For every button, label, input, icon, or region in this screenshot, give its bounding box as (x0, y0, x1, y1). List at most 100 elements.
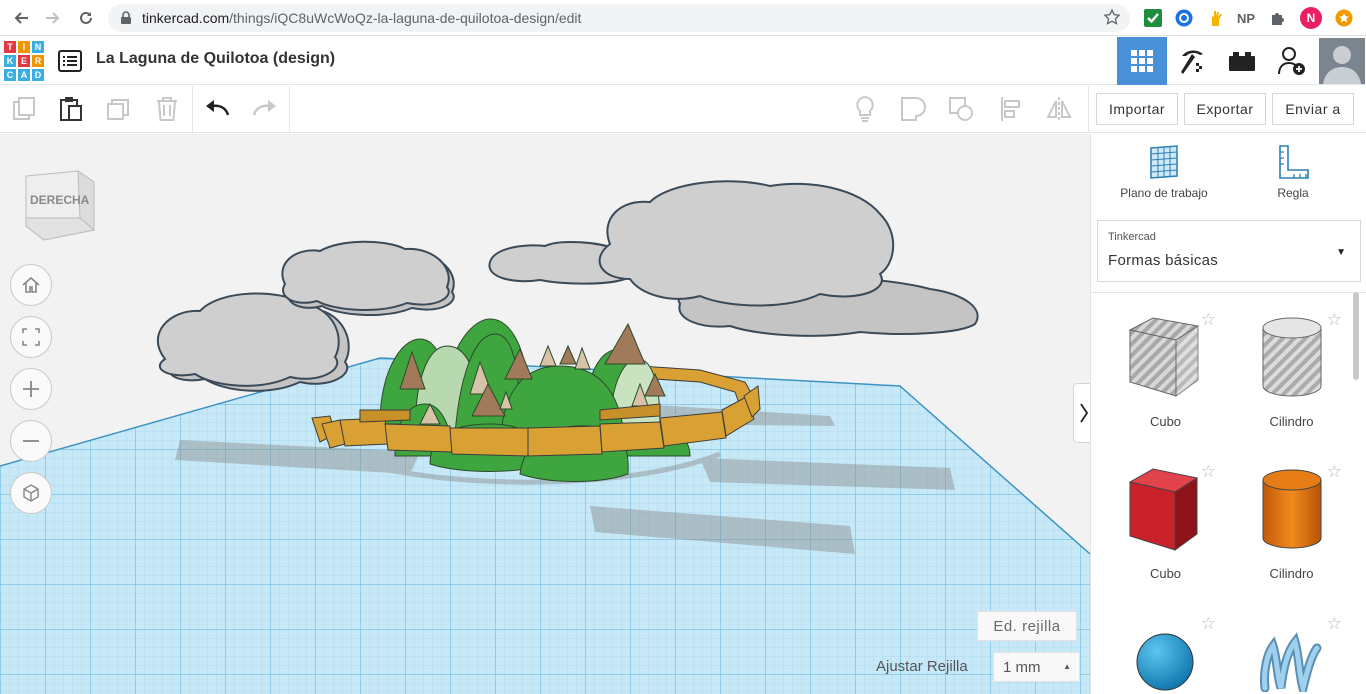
cube-icon (23, 484, 39, 502)
projection-button[interactable] (10, 472, 52, 514)
check-extension-icon[interactable] (1143, 8, 1163, 28)
shape-scribble[interactable]: ☆ (1229, 604, 1354, 694)
workplane-tool[interactable]: Plano de trabajo (1109, 144, 1219, 200)
fit-view-button[interactable] (10, 316, 52, 358)
design-list-icon[interactable] (58, 50, 82, 72)
paste-button[interactable] (56, 94, 86, 124)
copy-button[interactable] (10, 94, 40, 124)
ungroup-icon (949, 97, 973, 121)
box-hole-icon (1128, 317, 1200, 397)
grid-view-icon (1131, 50, 1153, 72)
plus-icon (23, 381, 39, 397)
shape-label: Cubo (1149, 566, 1182, 581)
browser-bar: tinkercad.com/things/iQC8uWcWoQz-la-lagu… (0, 0, 1366, 36)
pickaxe-icon (1181, 50, 1203, 74)
scribble-icon (1260, 632, 1322, 692)
user-avatar[interactable] (1317, 37, 1366, 85)
app-header: TIN KER CAD La Laguna de Quilotoa (desig… (0, 37, 1366, 85)
shape-label: Cilindro (1269, 566, 1314, 581)
add-user-button[interactable] (1267, 37, 1317, 85)
library-source: Tinkercad (1108, 231, 1156, 243)
mirror-button[interactable] (1044, 94, 1074, 124)
ungroup-button[interactable] (946, 94, 976, 124)
shape-cylinder[interactable]: ☆ Cilindro (1229, 452, 1354, 602)
profile-avatar[interactable]: N (1300, 7, 1322, 29)
tinkercad-logo[interactable]: TIN KER CAD (3, 40, 45, 82)
zoom-out-button[interactable] (10, 420, 52, 462)
import-button[interactable]: Importar (1096, 93, 1178, 125)
duplicate-button[interactable] (104, 94, 134, 124)
workplane-tool-label: Plano de trabajo (1120, 186, 1208, 200)
minus-icon (23, 440, 39, 442)
shape-cylinder-hole[interactable]: ☆ Cilindro (1229, 300, 1354, 450)
back-arrow-icon (14, 12, 28, 24)
undo-icon (206, 100, 230, 116)
align-button[interactable] (996, 94, 1026, 124)
favorite-star-icon[interactable]: ☆ (1327, 462, 1342, 482)
lightbulb-button[interactable] (850, 94, 880, 124)
bricks-button[interactable] (1217, 37, 1267, 85)
collapse-panel-button[interactable] (1073, 383, 1090, 443)
caret-up-icon: ▲ (1063, 662, 1071, 671)
ruler-tool[interactable]: Regla (1238, 144, 1348, 200)
reload-icon (80, 11, 92, 24)
shape-box[interactable]: ☆ Cubo (1103, 452, 1228, 602)
design-title[interactable]: La Laguna de Quilotoa (design) (96, 50, 335, 68)
panel-scrollbar[interactable] (1353, 292, 1359, 380)
delete-button[interactable] (152, 94, 182, 124)
group-icon (901, 97, 926, 121)
back-button[interactable] (5, 2, 37, 34)
cylinder-hole-icon (1262, 317, 1322, 397)
shape-library-dropdown[interactable]: Tinkercad Formas básicas ▼ (1097, 220, 1361, 282)
lock-icon (121, 11, 131, 24)
export-button[interactable]: Exportar (1184, 93, 1266, 125)
shape-label: Cilindro (1269, 414, 1314, 429)
caret-down-icon: ▼ (1336, 247, 1346, 258)
workplane-icon (1150, 145, 1178, 179)
np-extension-icon[interactable]: NP (1236, 8, 1256, 28)
workplane-viewport[interactable]: DERECHA Ed. rejilla Ajustar Rejilla 1 mm… (0, 134, 1090, 694)
paste-icon (60, 97, 82, 121)
add-user-icon (1278, 47, 1305, 75)
cylinder-icon (1262, 469, 1322, 549)
chevron-right-icon (1080, 403, 1089, 423)
lightbulb-icon (856, 95, 874, 122)
fit-icon (22, 328, 40, 346)
snap-grid-label: Ajustar Rejilla (876, 658, 968, 675)
shape-sphere[interactable]: ☆ (1103, 604, 1228, 694)
undo-button[interactable] (202, 94, 232, 124)
snap-grid-select[interactable]: 1 mm ▲ (993, 652, 1080, 682)
url-path: /things/iQC8uWcWoQz-la-laguna-de-quiloto… (229, 10, 582, 26)
edit-grid-button[interactable]: Ed. rejilla (977, 611, 1077, 641)
reload-button[interactable] (70, 2, 102, 34)
library-name: Formas básicas (1108, 252, 1219, 269)
sphere-icon (1136, 633, 1194, 691)
address-bar[interactable]: tinkercad.com/things/iQC8uWcWoQz-la-lagu… (108, 4, 1130, 32)
home-view-button[interactable] (10, 264, 52, 306)
workplane-scene[interactable] (0, 134, 1090, 694)
group-button[interactable] (898, 94, 928, 124)
redo-button[interactable] (250, 94, 280, 124)
codeblocks-button[interactable] (1167, 37, 1217, 85)
shape-box-hole[interactable]: ☆ Cubo (1103, 300, 1228, 450)
brick-icon (1229, 52, 1255, 71)
favorite-star-icon[interactable]: ☆ (1327, 310, 1342, 330)
forward-button[interactable] (37, 2, 69, 34)
ruler-tool-label: Regla (1277, 186, 1309, 200)
notification-icon[interactable] (1334, 8, 1354, 28)
send-to-button[interactable]: Enviar a (1272, 93, 1354, 125)
bookmark-star-icon[interactable] (1104, 9, 1120, 25)
hand-extension-icon[interactable] (1206, 8, 1226, 28)
home-icon (22, 276, 40, 293)
avatar-icon (1318, 38, 1365, 84)
puzzle-icon[interactable] (1268, 8, 1288, 28)
zoom-in-button[interactable] (10, 368, 52, 410)
globe-extension-icon[interactable] (1174, 8, 1194, 28)
url-host: tinkercad.com (142, 10, 230, 26)
shapes-panel: Plano de trabajo Regla Tinkercad Formas … (1090, 134, 1366, 694)
3d-view-button[interactable] (1117, 37, 1167, 85)
copy-icon (13, 97, 35, 120)
favorite-star-icon[interactable]: ☆ (1201, 614, 1216, 634)
favorite-star-icon[interactable]: ☆ (1327, 614, 1342, 634)
view-cube[interactable]: DERECHA (22, 168, 98, 242)
